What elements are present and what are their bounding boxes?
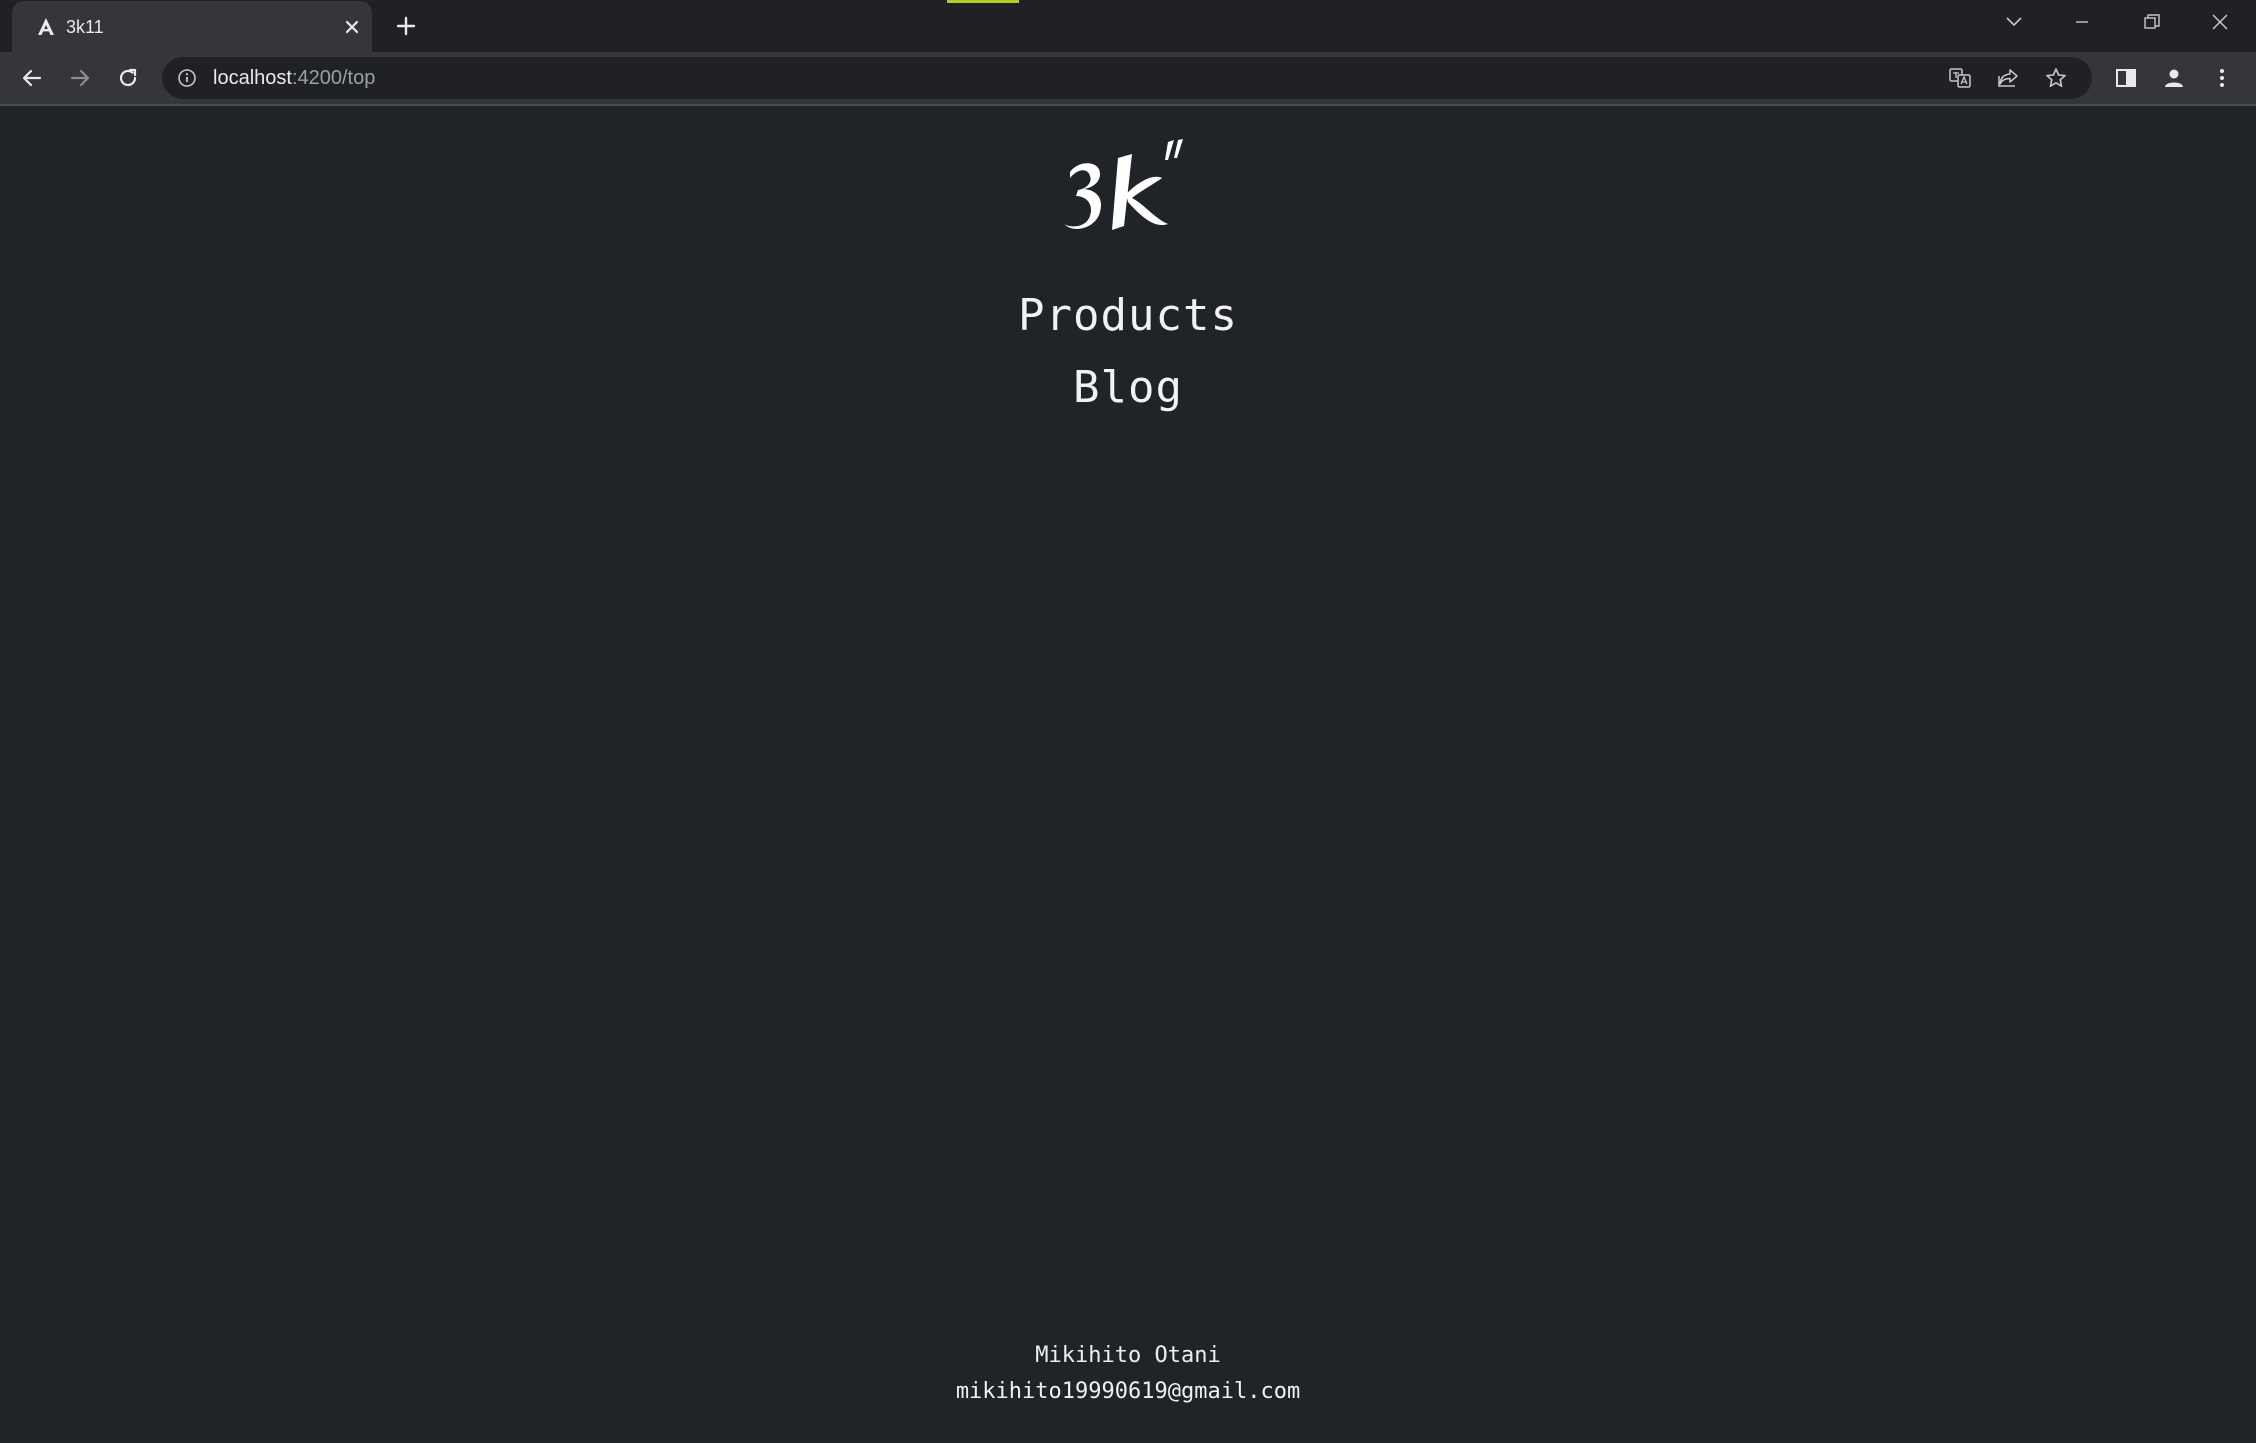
nav-products-link[interactable]: Products [0,290,2256,341]
minimize-button[interactable] [2048,0,2116,44]
side-panel-icon[interactable] [2108,60,2144,96]
minimize-icon [2076,21,2088,23]
tab-strip: 3k11 [0,0,2256,52]
back-button[interactable] [14,60,50,96]
chevron-down-icon [2006,17,2022,27]
close-icon [2212,14,2228,30]
profile-icon[interactable] [2156,60,2192,96]
close-tab-icon[interactable] [338,13,366,41]
translate-icon[interactable] [1946,64,1974,92]
footer-author-name: Mikihito Otani [1035,1343,1221,1368]
new-tab-button[interactable] [390,10,422,42]
tab-search-button[interactable] [1980,0,2048,44]
page-body: Products Blog Mikihito Otani mikihito199… [0,106,2256,1443]
arrow-left-icon [22,69,42,87]
reload-button[interactable] [110,60,146,96]
reload-icon [119,68,137,87]
restore-icon [2144,14,2160,29]
nav-blog-link[interactable]: Blog [0,362,2256,413]
more-vert-icon[interactable] [2204,60,2240,96]
url-path: :4200/top [291,67,376,89]
url-host: localhost [213,67,292,89]
angular-icon [34,15,58,39]
star-icon[interactable] [2042,64,2070,92]
arrow-right-icon [70,69,90,87]
info-icon[interactable] [176,67,198,89]
restore-button[interactable] [2118,0,2186,44]
close-window-button[interactable] [2186,0,2254,44]
share-icon[interactable] [1994,64,2022,92]
browser-tab[interactable]: 3k11 [12,1,372,52]
forward-button[interactable] [62,60,98,96]
address-bar[interactable]: localhost:4200/top [162,57,2092,99]
loading-indicator [947,0,1019,3]
browser-toolbar: localhost:4200/top [0,52,2256,104]
footer-email: mikihito19990619@gmail.com [955,1379,1301,1404]
tab-title: 3k11 [66,17,104,37]
url-text[interactable]: localhost:4200/top [213,66,375,90]
site-logo[interactable] [1056,134,1186,244]
plus-icon [396,16,416,36]
